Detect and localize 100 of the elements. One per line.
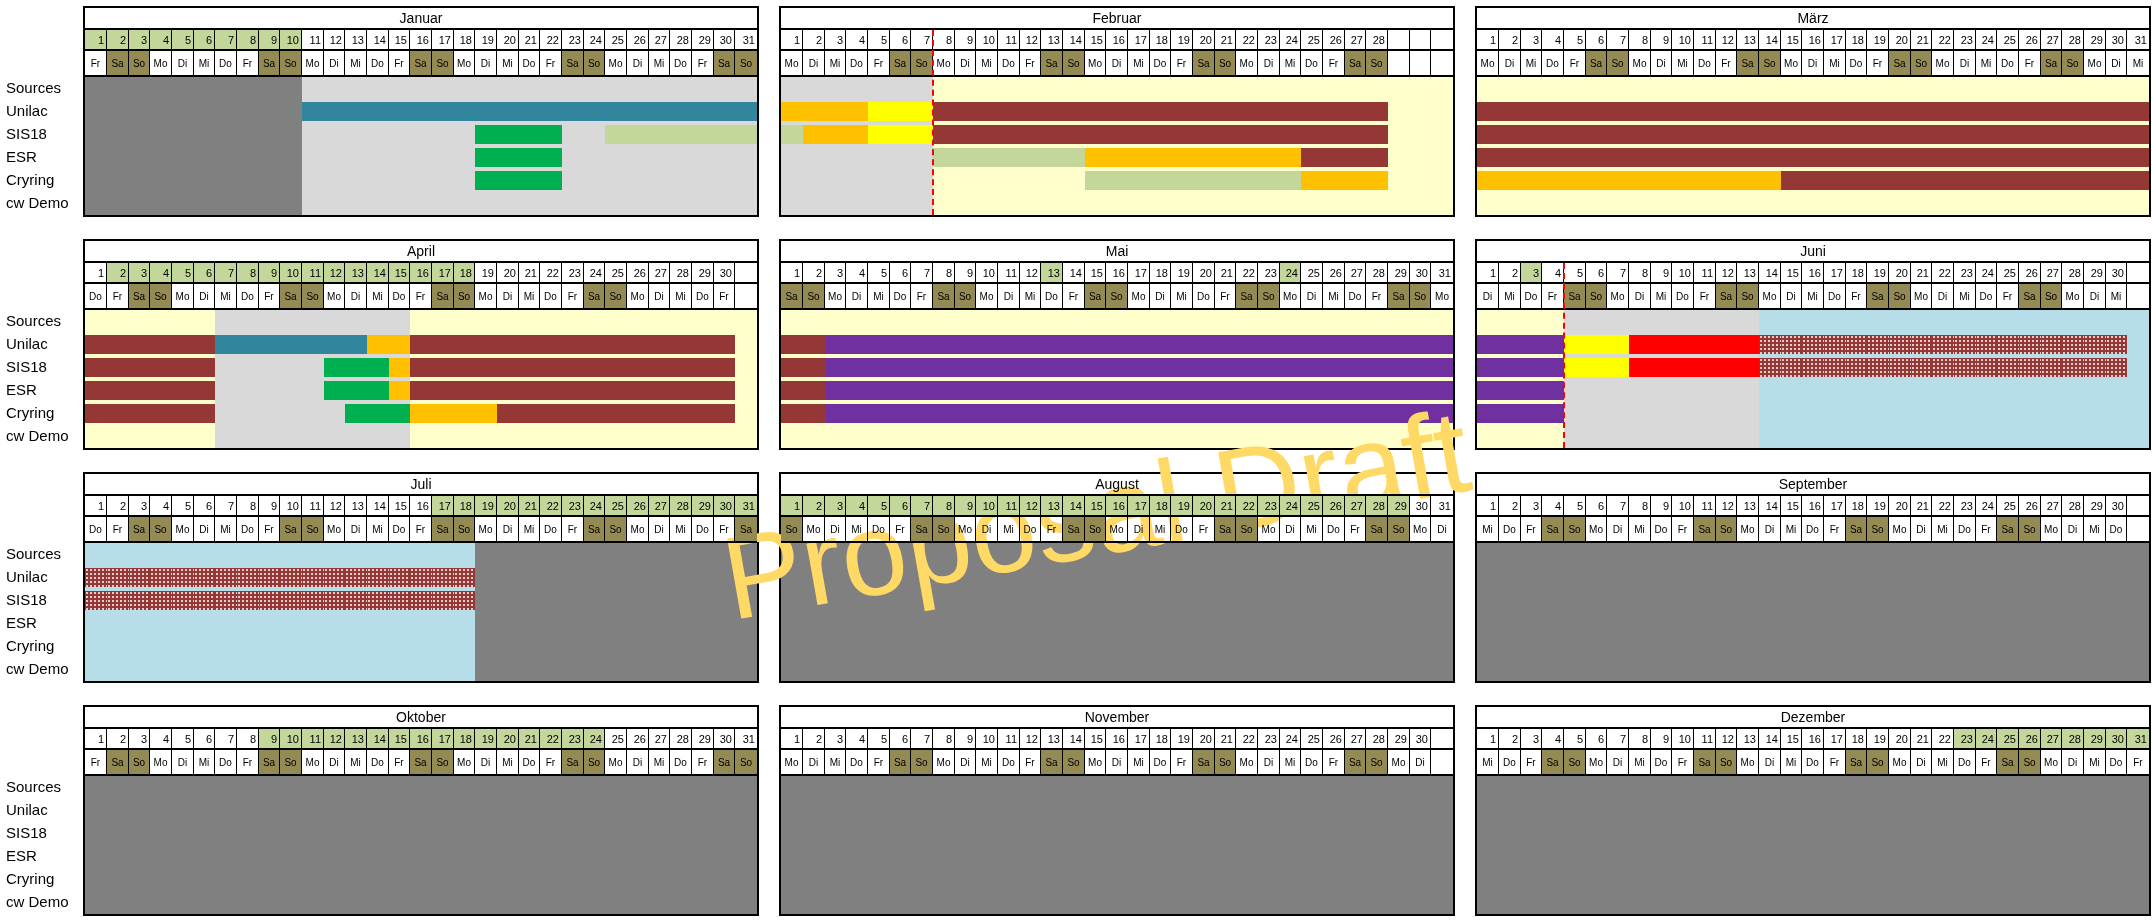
weekday-label: Sa	[129, 284, 150, 308]
weekday-label: Sa	[1867, 284, 1889, 308]
weekday-label: Do	[389, 284, 410, 308]
weekday-label: Mi	[1128, 51, 1150, 75]
weekday-label: So	[1106, 284, 1128, 308]
weekday-label: Di	[2062, 750, 2084, 774]
day-number: 12	[324, 496, 345, 515]
day-number: 15	[389, 263, 410, 282]
row-label: cw Demo	[5, 659, 70, 679]
day-number: 6	[890, 729, 911, 748]
day-number: 30	[2106, 729, 2127, 748]
day-number: 24	[1280, 729, 1301, 748]
weekday-label: Do	[670, 750, 692, 774]
day-number: 28	[670, 729, 692, 748]
weekday-label: Mi	[1932, 517, 1954, 541]
day-number: 10	[976, 263, 998, 282]
day-number: 22	[540, 496, 562, 515]
day-number: 8	[237, 30, 259, 49]
weekday-label: Mo	[627, 284, 649, 308]
weekday-label: Di	[475, 750, 497, 774]
weekday-label: Sa	[1041, 750, 1063, 774]
day-number: 23	[1954, 30, 1976, 49]
day-number: 22	[1932, 496, 1954, 515]
day-number: 7	[1607, 30, 1629, 49]
day-number: 18	[1846, 729, 1867, 748]
weekday-label: Mi	[194, 51, 215, 75]
day-number: 10	[976, 30, 998, 49]
day-number: 2	[1499, 496, 1521, 515]
day-number: 27	[2041, 729, 2062, 748]
day-number: 16	[1106, 30, 1128, 49]
weekday-label: Do	[1954, 750, 1976, 774]
weekday-label: Di	[998, 284, 1020, 308]
weekday-label: Di	[475, 51, 497, 75]
weekday-label: Do	[998, 51, 1020, 75]
weekday-label: Mi	[1781, 750, 1802, 774]
day-number: 16	[410, 729, 432, 748]
day-number: 25	[1997, 263, 2019, 282]
day-number: 5	[868, 263, 890, 282]
day-number: 1	[85, 30, 107, 49]
day-number: 7	[1607, 496, 1629, 515]
day-number: 20	[1193, 30, 1215, 49]
weekday-label: Mo	[1586, 750, 1607, 774]
weekday-label: Di	[1410, 750, 1431, 774]
weekday-label: Di	[1499, 51, 1521, 75]
day-number: 13	[345, 263, 367, 282]
day-number: 10	[1672, 263, 1694, 282]
row-label: Cryring	[5, 636, 56, 656]
weekday-label: So	[1063, 51, 1085, 75]
day-number: 29	[1388, 729, 1410, 748]
day-number: 13	[1041, 263, 1063, 282]
weekday-label: Mi	[497, 51, 519, 75]
weekday-label: Sa	[1997, 517, 2019, 541]
weekday-label: Mo	[1085, 750, 1106, 774]
day-number: 21	[519, 729, 540, 748]
day-number: 31	[2133, 32, 2148, 48]
weekday-label: Mi	[215, 284, 237, 308]
weekday-label: Di	[955, 750, 976, 774]
row-label: Unilac	[5, 101, 49, 121]
day-number: 30	[2106, 496, 2127, 515]
weekday-label: Do	[519, 750, 540, 774]
weekday-label: So	[911, 750, 933, 774]
weekday-label: So	[605, 517, 627, 541]
day-number: 28	[1366, 729, 1388, 748]
weekday-label: Do	[389, 517, 410, 541]
weekday-label: Di	[172, 51, 194, 75]
weekday-label: Sa	[1345, 51, 1366, 75]
weekday-label: Sa	[129, 517, 150, 541]
weekday-label: Do	[1345, 284, 1366, 308]
weekday-label: Sa	[714, 750, 735, 774]
month-title: September	[1477, 474, 2149, 496]
row-label: Cryring	[5, 403, 56, 423]
weekday-label: Sa	[107, 51, 129, 75]
day-number: 18	[454, 30, 475, 49]
day-number: 29	[692, 30, 714, 49]
weekday-label: Sa	[280, 284, 302, 308]
weekday-label: Mi	[1976, 51, 1997, 75]
day-number: 30	[1410, 729, 1431, 748]
weekday-label: Sa	[432, 517, 454, 541]
weekday-label: Do	[1542, 51, 1564, 75]
weekday-label: Mi	[1280, 750, 1301, 774]
day-number: 5	[172, 729, 194, 748]
weekday-label: Mo	[933, 51, 955, 75]
row-label: SIS18	[5, 590, 48, 610]
weekday-label: Mi	[1629, 750, 1651, 774]
day-number: 6	[194, 30, 215, 49]
weekday-label: Sa	[259, 750, 280, 774]
weekday-label: Sa	[432, 284, 454, 308]
weekday-label: Sa	[890, 51, 911, 75]
day-number: 19	[1867, 729, 1889, 748]
day-number: 20	[497, 729, 519, 748]
weekday-label: Mi	[1629, 517, 1651, 541]
weekday-label: Do	[85, 517, 107, 541]
weekday-label: Di	[803, 750, 825, 774]
weekday-label: Do	[367, 750, 389, 774]
day-number: 2	[803, 729, 825, 748]
weekday-label: Mo	[302, 51, 324, 75]
weekday-label: Sa	[1388, 284, 1410, 308]
day-number: 16	[1802, 496, 1824, 515]
weekday-label: Do	[1672, 284, 1694, 308]
day-number: 11	[1694, 496, 1716, 515]
